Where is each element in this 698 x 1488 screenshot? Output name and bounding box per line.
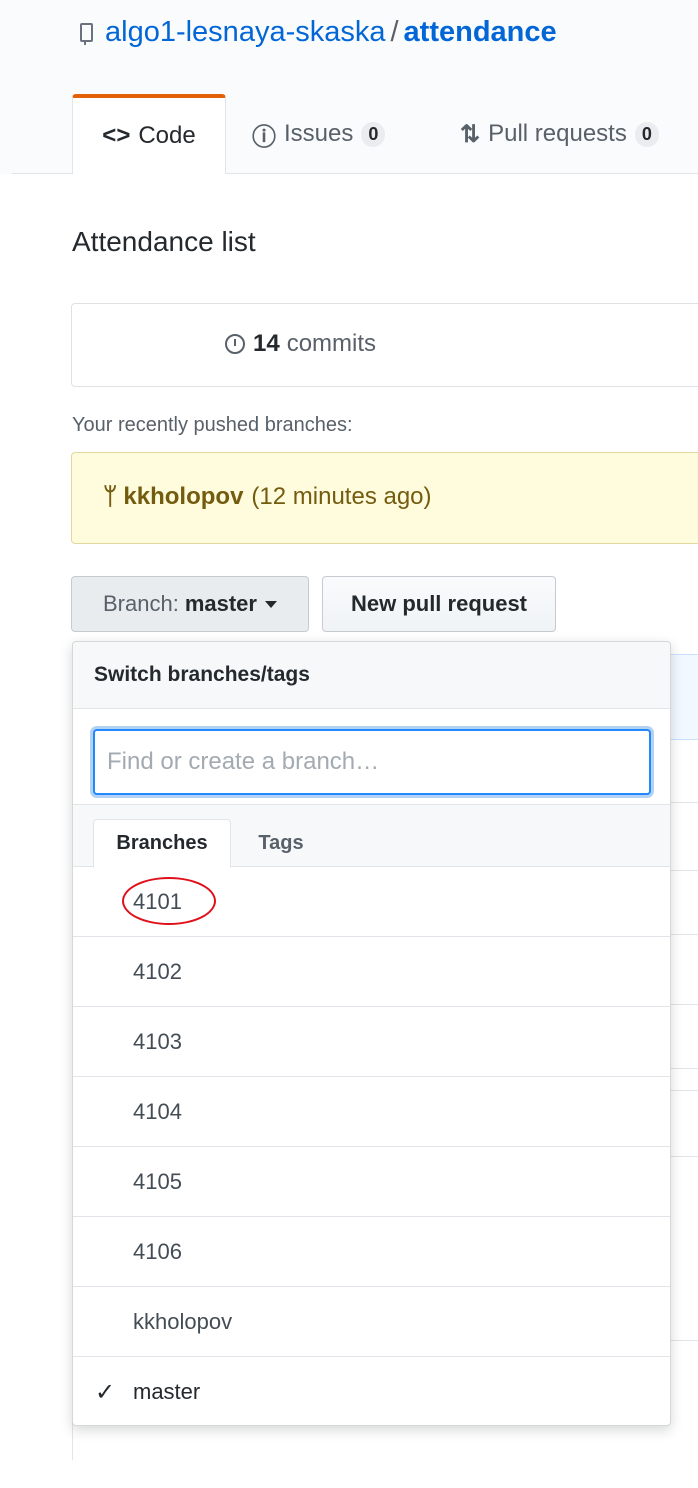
tab-issues[interactable]: ⓘ Issues 0 <box>252 94 386 174</box>
repo-title: algo1-lesnaya-skaska / attendance <box>80 12 557 52</box>
branch-item-kkholopov[interactable]: kkholopov <box>73 1287 670 1357</box>
pull-requests-counter: 0 <box>634 121 659 147</box>
pull-request-icon: ⇅ <box>460 120 481 148</box>
branch-item-4105[interactable]: 4105 <box>73 1147 670 1217</box>
repo-description: Attendance list <box>72 226 256 257</box>
recent-branch-link[interactable]: kkholopov <box>123 483 243 511</box>
commits-link[interactable]: 14 commits <box>225 330 376 358</box>
branch-list: 4101 4102 4103 4104 4105 4106 kkholopov … <box>73 867 670 1425</box>
caret-down-icon <box>264 600 277 608</box>
file-row-fragment <box>670 1004 698 1005</box>
branch-select-button[interactable]: Branch: master <box>71 576 309 632</box>
tab-pull-requests[interactable]: ⇅ Pull requests 0 <box>460 94 659 174</box>
branch-item-label: 4101 <box>133 888 182 914</box>
repo-summary-bar: 14 commits <box>71 303 698 387</box>
dropdown-tabs: Branches Tags <box>73 805 670 868</box>
tab-branches[interactable]: Branches <box>93 819 231 868</box>
code-icon: <> <box>102 122 131 149</box>
repo-owner-link[interactable]: algo1-lesnaya-skaska <box>105 16 385 49</box>
current-branch: master <box>184 591 257 616</box>
branch-item-label: 4104 <box>133 1098 182 1124</box>
new-pull-request-button[interactable]: New pull request <box>322 576 556 632</box>
file-row-fragment <box>670 1156 698 1157</box>
file-row-fragment <box>670 1068 698 1069</box>
file-row-fragment <box>670 870 698 871</box>
commits-count: 14 <box>253 330 280 357</box>
branch-item-4102[interactable]: 4102 <box>73 937 670 1007</box>
branch-item-label: kkholopov <box>133 1308 233 1334</box>
branch-icon: ᛘ <box>103 483 118 510</box>
file-row-fragment <box>670 1090 698 1091</box>
file-row-fragment <box>670 934 698 935</box>
branch-item-4104[interactable]: 4104 <box>73 1077 670 1147</box>
recent-branch-item: ᛘ kkholopov (12 minutes ago) <box>103 483 432 511</box>
check-icon: ✓ <box>95 1378 116 1406</box>
file-row-fragment <box>670 1340 698 1341</box>
issues-counter: 0 <box>361 121 386 147</box>
history-icon <box>225 334 245 354</box>
commits-label: commits <box>286 330 377 357</box>
tab-code[interactable]: <> Code <box>72 94 226 174</box>
file-row-fragment <box>670 802 698 803</box>
tab-tags[interactable]: Tags <box>231 819 331 867</box>
branch-item-label: 4106 <box>133 1238 182 1264</box>
branch-item-label: 4103 <box>133 1028 182 1054</box>
repo-name-link[interactable]: attendance <box>404 16 557 49</box>
branch-item-label: master <box>133 1379 201 1404</box>
tab-code-label: Code <box>138 122 196 149</box>
branch-item-label: 4102 <box>133 958 182 984</box>
branch-switch-dropdown: Switch branches/tags Branches Tags 4101 … <box>72 641 671 1426</box>
dropdown-title: Switch branches/tags <box>73 642 670 709</box>
tab-pull-requests-label: Pull requests <box>488 120 627 147</box>
branch-item-label: 4105 <box>133 1168 182 1194</box>
recent-branch-time: (12 minutes ago) <box>251 483 432 510</box>
recent-branches-label: Your recently pushed branches: <box>72 414 353 436</box>
branch-item-4106[interactable]: 4106 <box>73 1217 670 1287</box>
filter-section <box>73 709 670 805</box>
branch-prefix: Branch: <box>103 591 179 616</box>
branch-filter-input[interactable] <box>93 729 651 795</box>
branch-item-4103[interactable]: 4103 <box>73 1007 670 1077</box>
repo-icon <box>80 22 93 45</box>
repo-separator: / <box>390 15 399 48</box>
tab-issues-label: Issues <box>284 120 354 147</box>
file-list-header-fragment <box>670 654 698 740</box>
recent-branch-banner: ᛘ kkholopov (12 minutes ago) <box>71 452 698 544</box>
branch-item-master[interactable]: ✓ master <box>73 1357 670 1425</box>
branch-item-4101[interactable]: 4101 <box>73 867 670 937</box>
issue-icon: ⓘ <box>252 123 276 151</box>
